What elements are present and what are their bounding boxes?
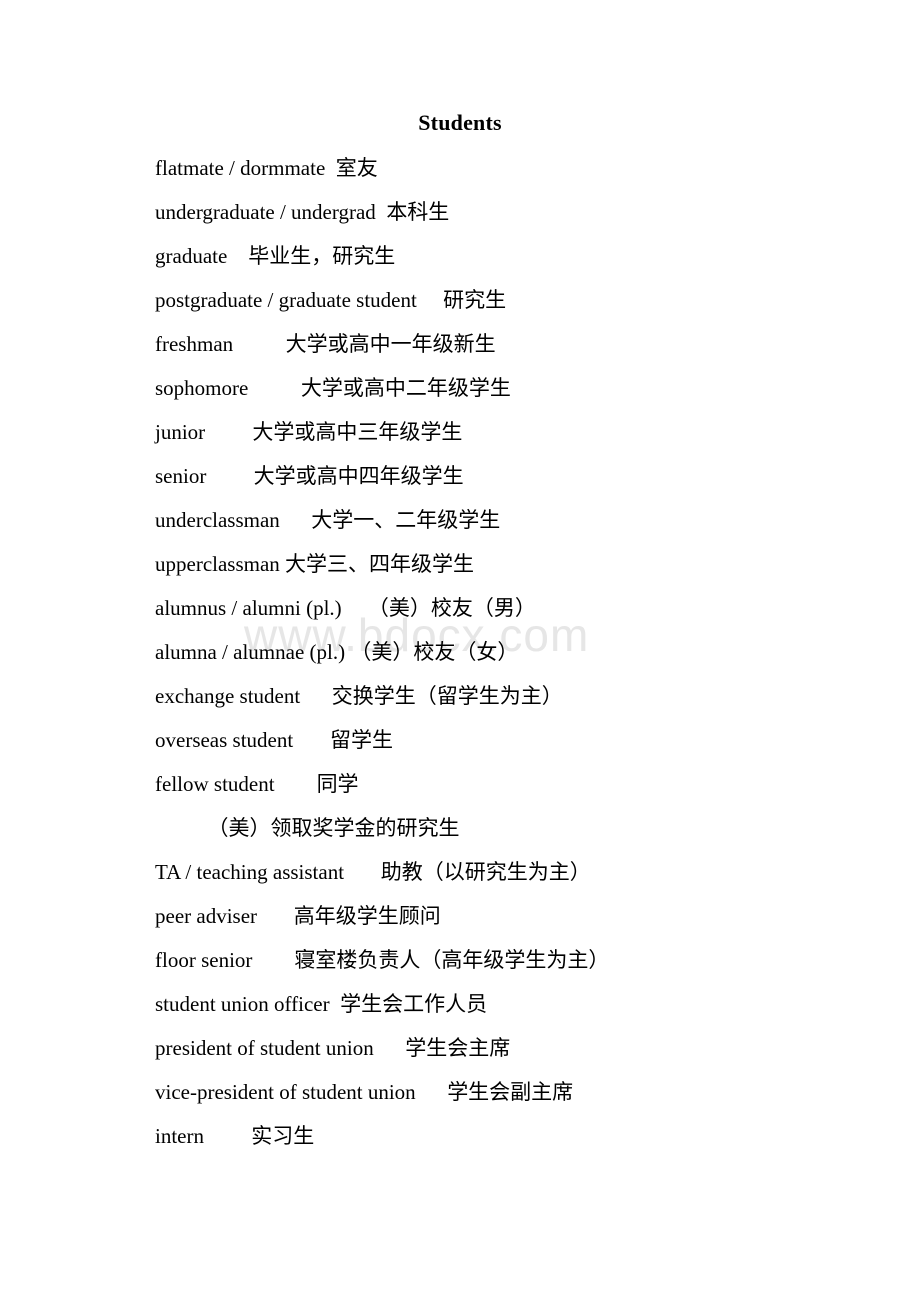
entry-gloss: 大学或高中二年级学生 xyxy=(300,376,511,400)
page-title: Students xyxy=(418,110,502,135)
entry-term: overseas student xyxy=(155,728,294,752)
entry-term: flatmate / dormmate xyxy=(155,156,326,180)
entry-gloss: 学生会副主席 xyxy=(447,1080,574,1104)
glossary-entry: flatmate / dormmate 室友 xyxy=(0,146,920,190)
entry-term: intern xyxy=(155,1124,204,1148)
entry-term: graduate xyxy=(155,244,228,268)
entry-gap xyxy=(204,1114,251,1158)
entry-gloss: （美）校友（女） xyxy=(350,640,519,664)
entry-gloss: 实习生 xyxy=(251,1124,315,1148)
entry-gap xyxy=(325,146,336,190)
entry-gloss: 大学三、四年级学生 xyxy=(285,552,475,576)
glossary-entry: undergraduate / undergrad 本科生 xyxy=(0,190,920,234)
entry-gloss: 研究生 xyxy=(443,288,507,312)
glossary-entry: alumnus / alumni (pl.) （美）校友（男） xyxy=(0,586,920,630)
entry-gap xyxy=(417,278,443,322)
glossary-entry: president of student union 学生会主席 xyxy=(0,1026,920,1070)
glossary-entry: vice-president of student union 学生会副主席 xyxy=(0,1070,920,1114)
entry-term: alumnus / alumni (pl.) xyxy=(155,596,342,620)
entry-gap xyxy=(330,982,341,1026)
entry-gap xyxy=(376,190,387,234)
entry-gloss: 寝室楼负责人（高年级学生为主） xyxy=(294,948,610,972)
entry-gap xyxy=(293,718,330,762)
entry-term: postgraduate / graduate student xyxy=(155,288,417,312)
entry-gloss: 高年级学生顾问 xyxy=(293,904,441,928)
entry-gap xyxy=(275,762,317,806)
entry-gap xyxy=(206,454,253,498)
glossary-entry: alumna / alumnae (pl.) （美）校友（女） xyxy=(0,630,920,674)
entry-gloss: 室友 xyxy=(335,156,378,180)
entry-gap xyxy=(257,894,294,938)
document-page: www.bdocx.com Students flatmate / dormma… xyxy=(0,0,920,1302)
entry-gap xyxy=(344,850,381,894)
entry-term: vice-president of student union xyxy=(155,1080,416,1104)
glossary-entry: intern 实习生 xyxy=(0,1114,920,1158)
entry-gap xyxy=(280,498,312,542)
entry-gap xyxy=(155,806,208,850)
entry-term: floor senior xyxy=(155,948,253,972)
entry-gloss: （美）领取奖学金的研究生 xyxy=(207,816,460,840)
entry-gloss: 本科生 xyxy=(386,200,450,224)
glossary-entry: overseas student 留学生 xyxy=(0,718,920,762)
entry-gloss: 同学 xyxy=(316,772,359,796)
entry-gap xyxy=(300,674,332,718)
entry-gloss: 大学一、二年级学生 xyxy=(311,508,501,532)
entry-term: TA / teaching assistant xyxy=(155,860,345,884)
entry-term: underclassman xyxy=(155,508,280,532)
entry-term: junior xyxy=(155,420,206,444)
entry-term: freshman xyxy=(155,332,234,356)
glossary-entry: exchange student 交换学生（留学生为主） xyxy=(0,674,920,718)
entry-term: upperclassman xyxy=(155,552,280,576)
entry-term: fellow student xyxy=(155,772,275,796)
entry-term: undergraduate / undergrad xyxy=(155,200,376,224)
glossary-entry: freshman 大学或高中一年级新生 xyxy=(0,322,920,366)
glossary-entry: student union officer 学生会工作人员 xyxy=(0,982,920,1026)
entry-gap xyxy=(342,586,368,630)
entry-term: sophomore xyxy=(155,376,249,400)
glossary-entry: floor senior 寝室楼负责人（高年级学生为主） xyxy=(0,938,920,982)
entry-gloss: 留学生 xyxy=(329,728,393,752)
entry-term: peer adviser xyxy=(155,904,258,928)
entry-gloss: （美）校友（男） xyxy=(367,596,536,620)
entry-gap xyxy=(416,1070,448,1114)
entry-gap xyxy=(248,366,301,410)
glossary-entry: sophomore 大学或高中二年级学生 xyxy=(0,366,920,410)
entry-gloss: 大学或高中三年级学生 xyxy=(252,420,463,444)
entry-gloss: 学生会主席 xyxy=(405,1036,511,1060)
entry-gloss: 大学或高中一年级新生 xyxy=(285,332,496,356)
glossary-entry: peer adviser 高年级学生顾问 xyxy=(0,894,920,938)
entry-term: president of student union xyxy=(155,1036,374,1060)
glossary-list: flatmate / dormmate 室友 undergraduate / un… xyxy=(0,146,920,1158)
glossary-entry: fellow student 同学 xyxy=(0,762,920,806)
glossary-entry: upperclassman 大学三、四年级学生 xyxy=(0,542,920,586)
entry-gap xyxy=(374,1026,406,1070)
entry-term: student union officer xyxy=(155,992,330,1016)
entry-gap xyxy=(227,234,248,278)
glossary-entry: postgraduate / graduate student 研究生 xyxy=(0,278,920,322)
glossary-entry: underclassman 大学一、二年级学生 xyxy=(0,498,920,542)
glossary-entry: （美）领取奖学金的研究生 xyxy=(0,806,920,850)
entry-gloss: 学生会工作人员 xyxy=(340,992,488,1016)
entry-term: exchange student xyxy=(155,684,301,708)
entry-term: senior xyxy=(155,464,207,488)
entry-gloss: 大学或高中四年级学生 xyxy=(253,464,464,488)
glossary-entry: senior 大学或高中四年级学生 xyxy=(0,454,920,498)
entry-gloss: 助教（以研究生为主） xyxy=(380,860,591,884)
glossary-entry: junior 大学或高中三年级学生 xyxy=(0,410,920,454)
entry-term: alumna / alumnae (pl.) xyxy=(155,640,346,664)
glossary-entry: TA / teaching assistant 助教（以研究生为主） xyxy=(0,850,920,894)
entry-gloss: 毕业生，研究生 xyxy=(248,244,396,268)
entry-gap xyxy=(205,410,252,454)
glossary-entry: graduate 毕业生，研究生 xyxy=(0,234,920,278)
entry-gap xyxy=(252,938,294,982)
entry-gloss: 交换学生（留学生为主） xyxy=(331,684,563,708)
entry-gap xyxy=(233,322,286,366)
